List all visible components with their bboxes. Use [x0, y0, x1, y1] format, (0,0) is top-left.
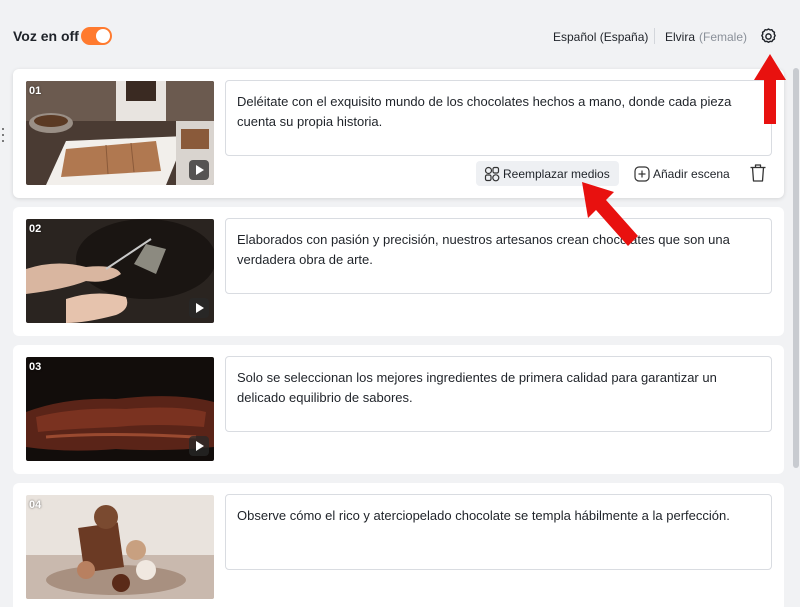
voice-over-toggle[interactable] [81, 27, 112, 45]
scene-thumbnail-1[interactable]: 01 [26, 81, 214, 185]
scene-script-input-2[interactable]: Elaborados con pasión y precisión, nuest… [225, 218, 772, 294]
trash-icon[interactable] [749, 163, 767, 183]
toggle-knob [96, 29, 110, 43]
voice-name[interactable]: Elvira [665, 30, 695, 44]
gear-icon[interactable] [759, 27, 778, 46]
top-bar: Voz en off Español (España) Elvira (Fema… [0, 0, 800, 68]
replace-media-label: Reemplazar medios [503, 166, 610, 181]
scene-script-input-3[interactable]: Solo se seleccionan los mejores ingredie… [225, 356, 772, 432]
grilled-meat-image [26, 357, 214, 461]
scrollbar[interactable] [792, 68, 800, 607]
scene-thumbnail-3[interactable]: 03 [26, 357, 214, 461]
scene-script-input-1[interactable]: Deléitate con el exquisito mundo de los … [225, 80, 772, 156]
annotation-arrow-settings [754, 54, 786, 124]
artisan-hands-image [26, 219, 214, 323]
replace-media-icon [484, 166, 500, 181]
chocolate-bonbons-image [26, 495, 214, 599]
scrollbar-thumb[interactable] [793, 68, 799, 468]
scene-card-1[interactable]: 01 Deléitate con el exquisito mundo de l… [13, 69, 784, 198]
scene-number: 04 [29, 499, 42, 511]
language-selector[interactable]: Español (España) [553, 30, 648, 44]
scene-script-input-4[interactable]: Observe cómo el rico y aterciopelado cho… [225, 494, 772, 570]
scene-number: 01 [29, 85, 42, 97]
play-icon[interactable] [189, 436, 209, 456]
scene-thumbnail-2[interactable]: 02 [26, 219, 214, 323]
scene-number: 02 [29, 223, 42, 235]
scene-thumbnail-4[interactable]: 04 [26, 495, 214, 599]
annotation-arrow-replace-media [582, 182, 638, 246]
scene-card-4[interactable]: 04 Observe cómo el rico y aterciopelado … [13, 483, 784, 607]
play-icon[interactable] [189, 298, 209, 318]
scene-card-3[interactable]: 03 Solo se seleccionan los mejores ingre… [13, 345, 784, 474]
scene-card-2[interactable]: 02 Elaborados con pasión y precisión, nu… [13, 207, 784, 336]
play-icon[interactable] [189, 160, 209, 180]
add-scene-button[interactable]: Añadir escena [634, 161, 730, 186]
voice-gender: (Female) [699, 30, 748, 44]
add-scene-label: Añadir escena [653, 166, 730, 181]
voice-over-label: Voz en off [13, 28, 79, 44]
divider [654, 28, 655, 44]
drag-handle-icon[interactable] [1, 128, 5, 142]
chocolate-making-image [26, 81, 214, 185]
scene-number: 03 [29, 361, 42, 373]
